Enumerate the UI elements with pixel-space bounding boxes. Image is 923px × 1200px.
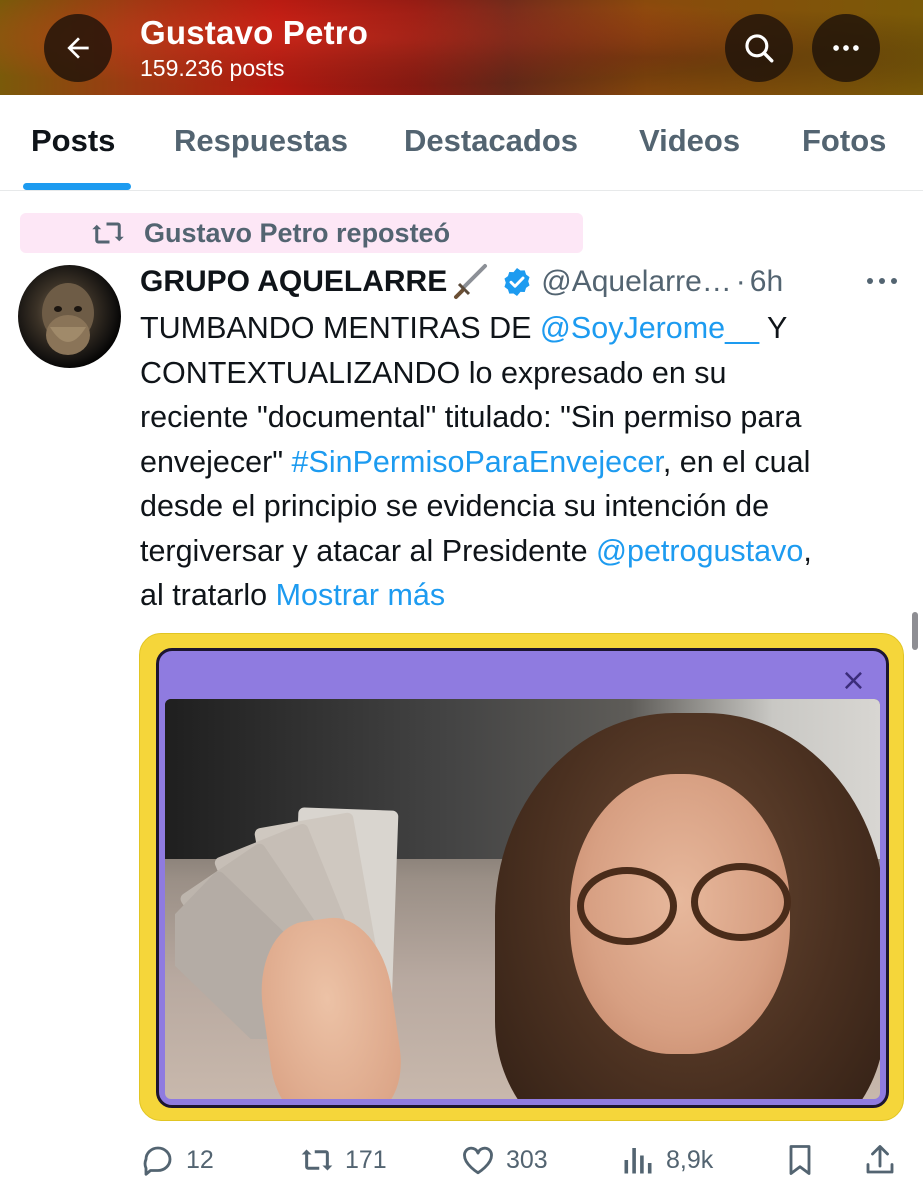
- repost-icon: [301, 1149, 333, 1171]
- back-button[interactable]: [44, 14, 112, 82]
- search-icon: [745, 34, 774, 63]
- tab-videos[interactable]: Videos: [639, 123, 740, 159]
- tweet-text-line: TUMBANDO MENTIRAS DE @SoyJerome__ Y: [140, 306, 910, 351]
- tab-posts[interactable]: Posts: [31, 123, 115, 159]
- bookmark-icon: [789, 1145, 811, 1175]
- verified-badge-icon: [504, 268, 530, 296]
- repost-icon: [92, 222, 124, 244]
- tweet-text-line: reciente "documental" titulado: "Sin per…: [140, 395, 910, 440]
- tweet-actions: 12 171 303 8,9k: [0, 1138, 923, 1188]
- photo-glasses: [691, 863, 791, 941]
- tweet-text-segment: TUMBANDO MENTIRAS DE: [140, 311, 540, 345]
- tab-fotos[interactable]: Fotos: [802, 123, 886, 159]
- tweet-text-segment: ,: [803, 533, 812, 568]
- author-avatar[interactable]: [18, 265, 121, 368]
- author-handle[interactable]: @Aquelarre…: [541, 265, 732, 299]
- close-icon: ×: [840, 663, 866, 698]
- mention-link[interactable]: @petrogustavo: [596, 534, 803, 568]
- dagger-icon: [454, 264, 488, 299]
- views-icon: [624, 1148, 652, 1174]
- tweet-header: GRUPO AQUELARRE @Aquelarre… · 6h: [140, 260, 783, 304]
- profile-tabs: Posts Respuestas Destacados Videos Fotos: [0, 95, 923, 191]
- tweet-more-icon[interactable]: [862, 270, 902, 292]
- hashtag-link[interactable]: #SinPermisoParaEnvejecer: [292, 445, 663, 479]
- show-more-link[interactable]: Mostrar más: [276, 578, 445, 612]
- reply-button[interactable]: 12: [140, 1138, 214, 1182]
- scrollbar[interactable]: [912, 612, 918, 650]
- tweet-text-segment: , en el cual: [662, 444, 811, 479]
- active-tab-indicator: [23, 183, 131, 190]
- repost-button[interactable]: 171: [299, 1138, 387, 1182]
- views-button[interactable]: 8,9k: [620, 1138, 713, 1182]
- share-icon: [866, 1145, 894, 1174]
- tweet-text-segment: desde el principio se evidencia su inten…: [140, 489, 770, 523]
- avatar-image: [42, 283, 94, 355]
- tweet-text-segment: al tratarlo: [140, 578, 276, 612]
- media-window-frame: ×: [156, 648, 889, 1108]
- separator-dot: ·: [735, 265, 746, 298]
- tweet-text-segment: tergiversar y atacar al Presidente: [140, 533, 597, 568]
- profile-name: Gustavo Petro: [140, 14, 369, 51]
- tweet-time[interactable]: 6h: [750, 265, 783, 299]
- bookmark-button[interactable]: [782, 1138, 818, 1182]
- photo-glasses: [577, 867, 677, 945]
- tweet-media[interactable]: ×: [139, 633, 904, 1121]
- heart-icon: [463, 1146, 493, 1175]
- tweet-text: TUMBANDO MENTIRAS DE @SoyJerome__ Y CONTE…: [140, 306, 910, 618]
- more-horizontal-icon: [833, 45, 859, 51]
- tab-destacados[interactable]: Destacados: [404, 123, 578, 159]
- reply-count: 12: [186, 1145, 214, 1174]
- search-button[interactable]: [725, 14, 793, 82]
- like-button[interactable]: 303: [460, 1138, 548, 1182]
- like-count: 303: [506, 1145, 548, 1174]
- media-photo: [165, 699, 880, 1099]
- tweet-text-line: al tratarlo Mostrar más: [140, 573, 910, 618]
- tweet-text-segment: envejecer": [140, 444, 292, 479]
- share-button[interactable]: [862, 1138, 898, 1182]
- tab-respuestas[interactable]: Respuestas: [174, 123, 348, 159]
- tweet-text-line: envejecer" #SinPermisoParaEnvejecer, en …: [140, 440, 910, 485]
- tweet-text-segment: reciente "documental" titulado: "Sin per…: [140, 400, 802, 434]
- more-button[interactable]: [812, 14, 880, 82]
- tweet-text-line: desde el principio se evidencia su inten…: [140, 484, 910, 529]
- profile-header: Gustavo Petro 159.236 posts: [0, 0, 923, 95]
- reply-icon: [143, 1146, 172, 1176]
- mention-link[interactable]: @SoyJerome__: [540, 311, 759, 345]
- tweet-text-segment: CONTEXTUALIZANDO lo expresado en su: [140, 355, 727, 390]
- tweet-text-line: CONTEXTUALIZANDO lo expresado en su: [140, 351, 910, 396]
- repost-count: 171: [345, 1145, 387, 1174]
- post-count: 159.236 posts: [140, 55, 285, 81]
- tweet-text-segment: Y: [759, 311, 788, 345]
- repost-label: Gustavo Petro reposteó: [144, 217, 451, 248]
- repost-indicator[interactable]: Gustavo Petro reposteó: [20, 213, 583, 253]
- author-name[interactable]: GRUPO AQUELARRE: [140, 265, 447, 299]
- views-count: 8,9k: [666, 1145, 714, 1174]
- tweet-text-line: tergiversar y atacar al Presidente @petr…: [140, 529, 910, 574]
- arrow-left-icon: [67, 37, 89, 59]
